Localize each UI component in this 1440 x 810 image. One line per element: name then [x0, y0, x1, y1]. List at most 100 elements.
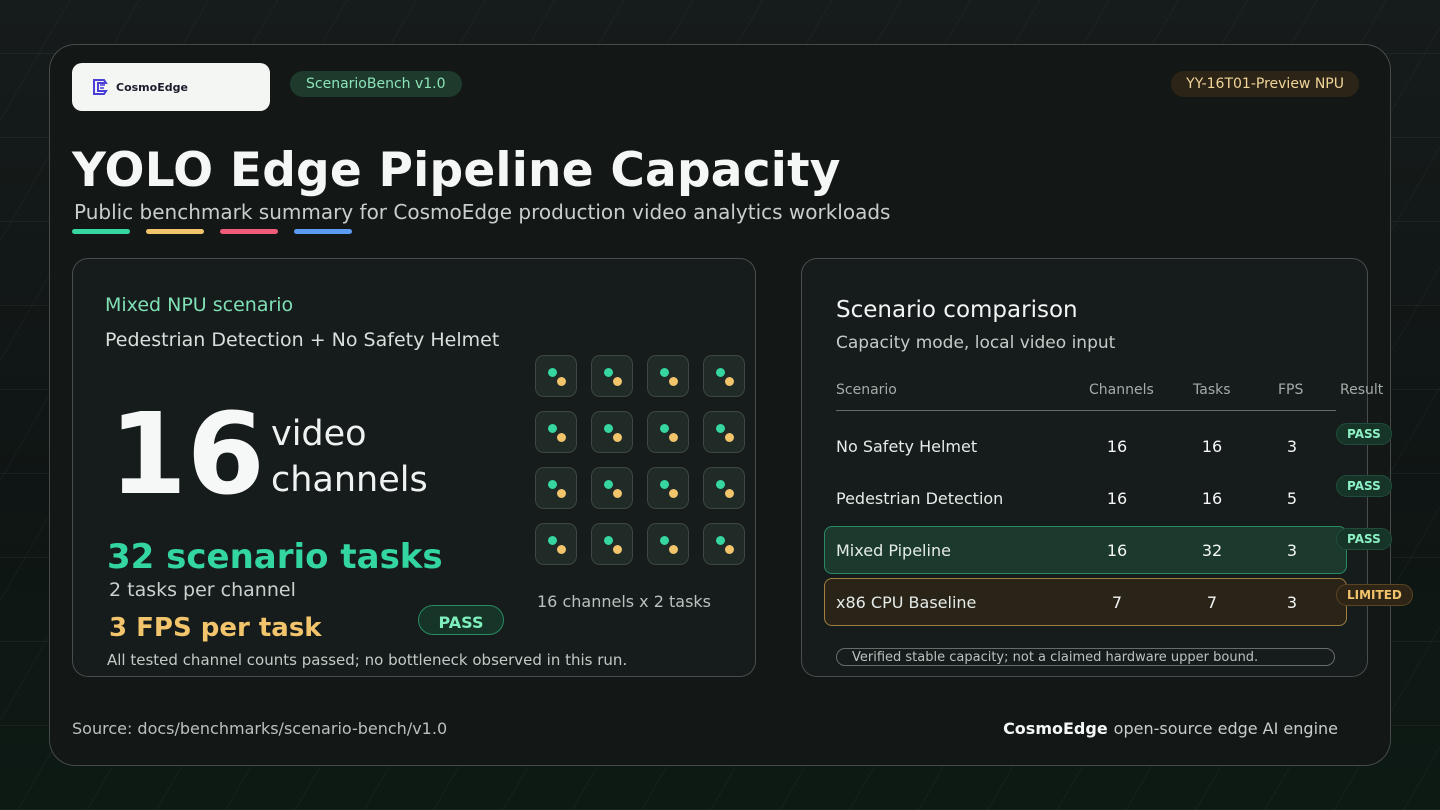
- task-dot-icon: [548, 536, 557, 545]
- channel-grid: [535, 355, 745, 565]
- channel-cell: [703, 355, 745, 397]
- capacity-card: Mixed NPU scenario Pedestrian Detection …: [72, 258, 756, 677]
- task-dot-icon: [725, 545, 734, 554]
- result-badge: PASS: [1336, 475, 1392, 497]
- task-dot-icon: [557, 545, 566, 554]
- comparison-title: Scenario comparison: [836, 297, 1078, 323]
- task-count: 32 scenario tasks: [107, 537, 443, 577]
- status-badge: PASS: [418, 605, 504, 635]
- task-dot-icon: [557, 489, 566, 498]
- table-row: No Safety Helmet 16 16 3 PASS: [824, 423, 1392, 471]
- result-badge: LIMITED: [1336, 584, 1413, 606]
- task-dot-icon: [660, 368, 669, 377]
- cell-fps: 3: [1286, 437, 1298, 456]
- cell-scenario: No Safety Helmet: [836, 437, 978, 456]
- footer-brand: CosmoEdge open-source edge AI engine: [1003, 719, 1338, 738]
- channel-unit: video channels: [271, 414, 428, 500]
- task-dot-icon: [604, 368, 613, 377]
- brand-logo-text: CosmoEdge: [116, 80, 188, 94]
- task-dot-icon: [669, 433, 678, 442]
- channel-count: 16: [109, 390, 265, 520]
- task-dot-icon: [669, 545, 678, 554]
- task-dot-icon: [725, 433, 734, 442]
- cell-scenario: x86 CPU Baseline: [836, 593, 977, 612]
- channel-cell: [647, 523, 689, 565]
- accent-bar: [220, 229, 278, 234]
- task-dot-icon: [548, 424, 557, 433]
- table-row: Pedestrian Detection 16 16 5 PASS: [824, 475, 1392, 523]
- result-badge: PASS: [1336, 423, 1392, 445]
- channel-cell: [591, 355, 633, 397]
- task-dot-icon: [548, 368, 557, 377]
- cell-fps: 5: [1286, 489, 1298, 508]
- task-dot-icon: [557, 433, 566, 442]
- header-divider: [836, 410, 1336, 411]
- page-subtitle: Public benchmark summary for CosmoEdge p…: [74, 200, 891, 224]
- channel-cell: [591, 467, 633, 509]
- channel-cell: [703, 411, 745, 453]
- comparison-subtitle: Capacity mode, local video input: [836, 333, 1116, 353]
- accent-bar: [146, 229, 204, 234]
- task-dot-icon: [660, 480, 669, 489]
- channel-cell: [535, 467, 577, 509]
- footer-tagline: open-source edge AI engine: [1113, 719, 1338, 738]
- channel-cell: [703, 523, 745, 565]
- column-header-scenario: Scenario: [836, 382, 897, 398]
- task-dot-icon: [669, 489, 678, 498]
- cell-scenario: Mixed Pipeline: [836, 541, 951, 560]
- channel-cell: [647, 355, 689, 397]
- column-header-result: Result: [1340, 382, 1384, 398]
- channel-cell: [647, 467, 689, 509]
- bench-version-pill: ScenarioBench v1.0: [290, 71, 462, 97]
- accent-bar: [294, 229, 352, 234]
- task-dot-icon: [613, 489, 622, 498]
- cosmoedge-logo-icon: [93, 79, 108, 95]
- cell-fps: 3: [1286, 541, 1298, 560]
- task-dot-icon: [716, 368, 725, 377]
- footer-brand-name: CosmoEdge: [1003, 719, 1108, 738]
- column-header-tasks: Tasks: [1193, 382, 1231, 398]
- task-dot-icon: [716, 480, 725, 489]
- cell-channels: 16: [1106, 437, 1128, 456]
- task-dot-icon: [557, 377, 566, 386]
- accent-bars: [72, 229, 352, 234]
- cell-channels: 7: [1111, 593, 1123, 612]
- tasks-per-channel: 2 tasks per channel: [109, 579, 296, 601]
- cell-tasks: 16: [1201, 437, 1223, 456]
- task-dot-icon: [613, 377, 622, 386]
- device-pill: YY-16T01-Preview NPU: [1171, 71, 1359, 97]
- channel-cell: [535, 523, 577, 565]
- source-link[interactable]: Source: docs/benchmarks/scenario-bench/v…: [72, 719, 447, 738]
- comparison-note: Verified stable capacity; not a claimed …: [836, 648, 1335, 666]
- cell-tasks: 32: [1201, 541, 1223, 560]
- page-title: YOLO Edge Pipeline Capacity: [72, 143, 841, 198]
- cell-channels: 16: [1106, 541, 1128, 560]
- task-dot-icon: [604, 480, 613, 489]
- task-dot-icon: [716, 424, 725, 433]
- brand-logo: CosmoEdge: [72, 63, 270, 111]
- task-dot-icon: [548, 480, 557, 489]
- comparison-card: Scenario comparison Capacity mode, local…: [801, 258, 1413, 677]
- channel-cell: [591, 411, 633, 453]
- table-row-highlighted: x86 CPU Baseline 7 7 3 LIMITED: [824, 578, 1413, 626]
- task-dot-icon: [604, 536, 613, 545]
- task-dot-icon: [660, 536, 669, 545]
- cell-tasks: 16: [1201, 489, 1223, 508]
- cell-channels: 16: [1106, 489, 1128, 508]
- task-dot-icon: [716, 536, 725, 545]
- cell-tasks: 7: [1206, 593, 1218, 612]
- task-dot-icon: [669, 377, 678, 386]
- channel-cell: [703, 467, 745, 509]
- task-dot-icon: [613, 433, 622, 442]
- task-dot-icon: [660, 424, 669, 433]
- accent-bar: [72, 229, 130, 234]
- cell-scenario: Pedestrian Detection: [836, 489, 1004, 508]
- channel-cell: [535, 411, 577, 453]
- task-dot-icon: [725, 489, 734, 498]
- fps-per-task: 3 FPS per task: [109, 613, 322, 643]
- column-header-channels: Channels: [1089, 382, 1154, 398]
- channel-cell: [647, 411, 689, 453]
- table-row-highlighted: Mixed Pipeline 16 32 3 PASS: [824, 526, 1392, 574]
- task-dot-icon: [613, 545, 622, 554]
- column-header-fps: FPS: [1278, 382, 1304, 398]
